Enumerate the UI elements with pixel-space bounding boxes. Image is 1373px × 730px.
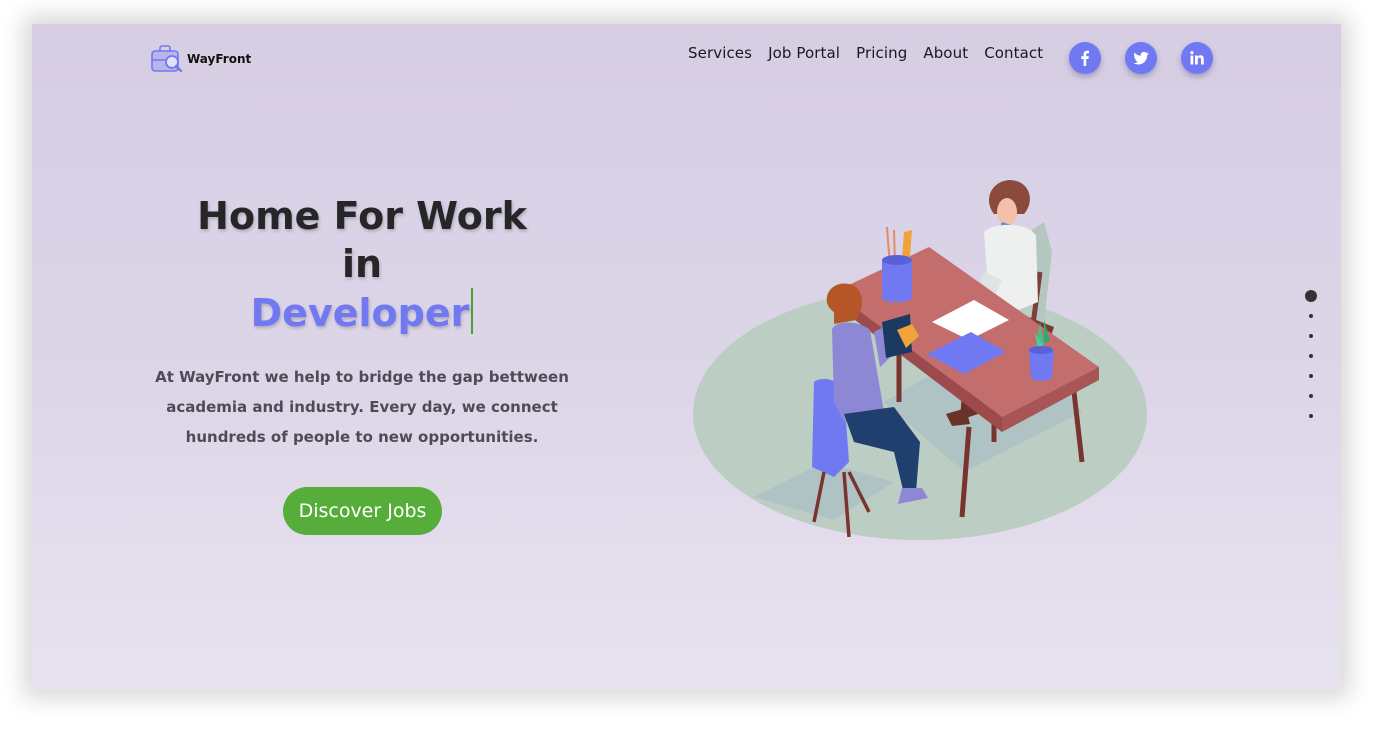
slider-dot-2[interactable]	[1309, 314, 1313, 318]
headline-line-1: Home For Work	[197, 194, 527, 238]
nav-link-pricing[interactable]: Pricing	[856, 44, 907, 62]
hero-headline: Home For Work in Developer	[122, 192, 602, 337]
facebook-icon	[1081, 50, 1089, 66]
slider-dot-7[interactable]	[1309, 414, 1313, 418]
nav-link-about[interactable]: About	[923, 44, 968, 62]
linkedin-icon	[1190, 51, 1204, 65]
hero-section: WayFront Services Job Portal Pricing Abo…	[32, 24, 1341, 690]
slider-dots	[1304, 290, 1318, 434]
briefcase-magnifier-icon	[151, 45, 183, 73]
hero-description: At WayFront we help to bridge the gap be…	[152, 362, 572, 452]
linkedin-button[interactable]	[1181, 42, 1213, 74]
description-line: hundreds of people to new opportunities.	[185, 428, 539, 446]
headline-line-2: in	[341, 242, 383, 286]
slider-dot-5[interactable]	[1309, 374, 1313, 378]
brand-name: WayFront	[187, 52, 252, 66]
typed-role: Developer	[250, 291, 470, 335]
description-line: academia and industry. Every day, we con…	[166, 398, 558, 416]
main-nav: Services Job Portal Pricing About Contac…	[688, 44, 1043, 62]
typing-caret	[471, 288, 474, 334]
brand-logo[interactable]: WayFront	[150, 42, 251, 76]
description-line: At WayFront we help to bridge the gap be…	[155, 368, 569, 386]
interview-illustration	[693, 180, 1147, 540]
nav-link-services[interactable]: Services	[688, 44, 752, 62]
twitter-icon	[1133, 51, 1149, 65]
headline-role-line: Developer	[122, 288, 602, 337]
discover-jobs-button[interactable]: Discover Jobs	[283, 487, 442, 535]
slider-dot-3[interactable]	[1309, 334, 1313, 338]
twitter-button[interactable]	[1125, 42, 1157, 74]
pen-holder	[882, 226, 912, 303]
slider-dot-6[interactable]	[1309, 394, 1313, 398]
facebook-button[interactable]	[1069, 42, 1101, 74]
nav-link-contact[interactable]: Contact	[984, 44, 1043, 62]
slider-dot-4[interactable]	[1309, 354, 1313, 358]
slider-dot-1[interactable]	[1305, 290, 1317, 302]
nav-link-job-portal[interactable]: Job Portal	[768, 44, 840, 62]
